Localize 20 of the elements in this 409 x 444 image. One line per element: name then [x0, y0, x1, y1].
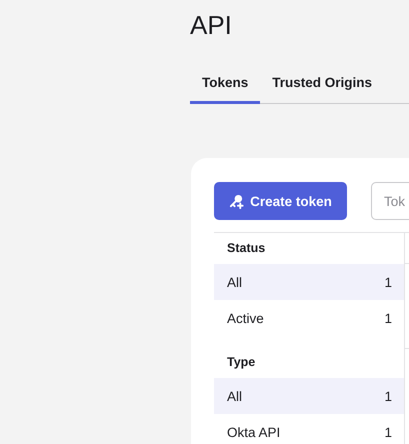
tab[interactable]: Trusted Origins — [260, 75, 384, 104]
filter-option[interactable]: Okta API 1 — [214, 414, 404, 444]
create-token-button[interactable]: Create token — [214, 182, 347, 220]
filter-option[interactable]: All 1 — [214, 378, 404, 414]
option-label: All — [227, 388, 242, 404]
option-count: 1 — [384, 310, 392, 326]
filter-option[interactable]: Active 1 — [214, 300, 404, 336]
page-title: API — [190, 9, 233, 42]
filter-heading: Type — [226, 354, 256, 371]
filter-option[interactable]: All 1 — [214, 264, 404, 300]
option-label: All — [227, 274, 242, 290]
search-field[interactable]: Tok — [371, 182, 409, 220]
option-count: 1 — [384, 388, 392, 404]
option-count: 1 — [384, 424, 392, 440]
tab[interactable]: Tokens — [190, 75, 260, 104]
option-count: 1 — [384, 274, 392, 290]
option-label: Okta API — [227, 424, 280, 440]
filter-heading: Status — [226, 240, 266, 257]
option-label: Active — [227, 310, 264, 326]
key-plus-icon — [229, 194, 244, 208]
